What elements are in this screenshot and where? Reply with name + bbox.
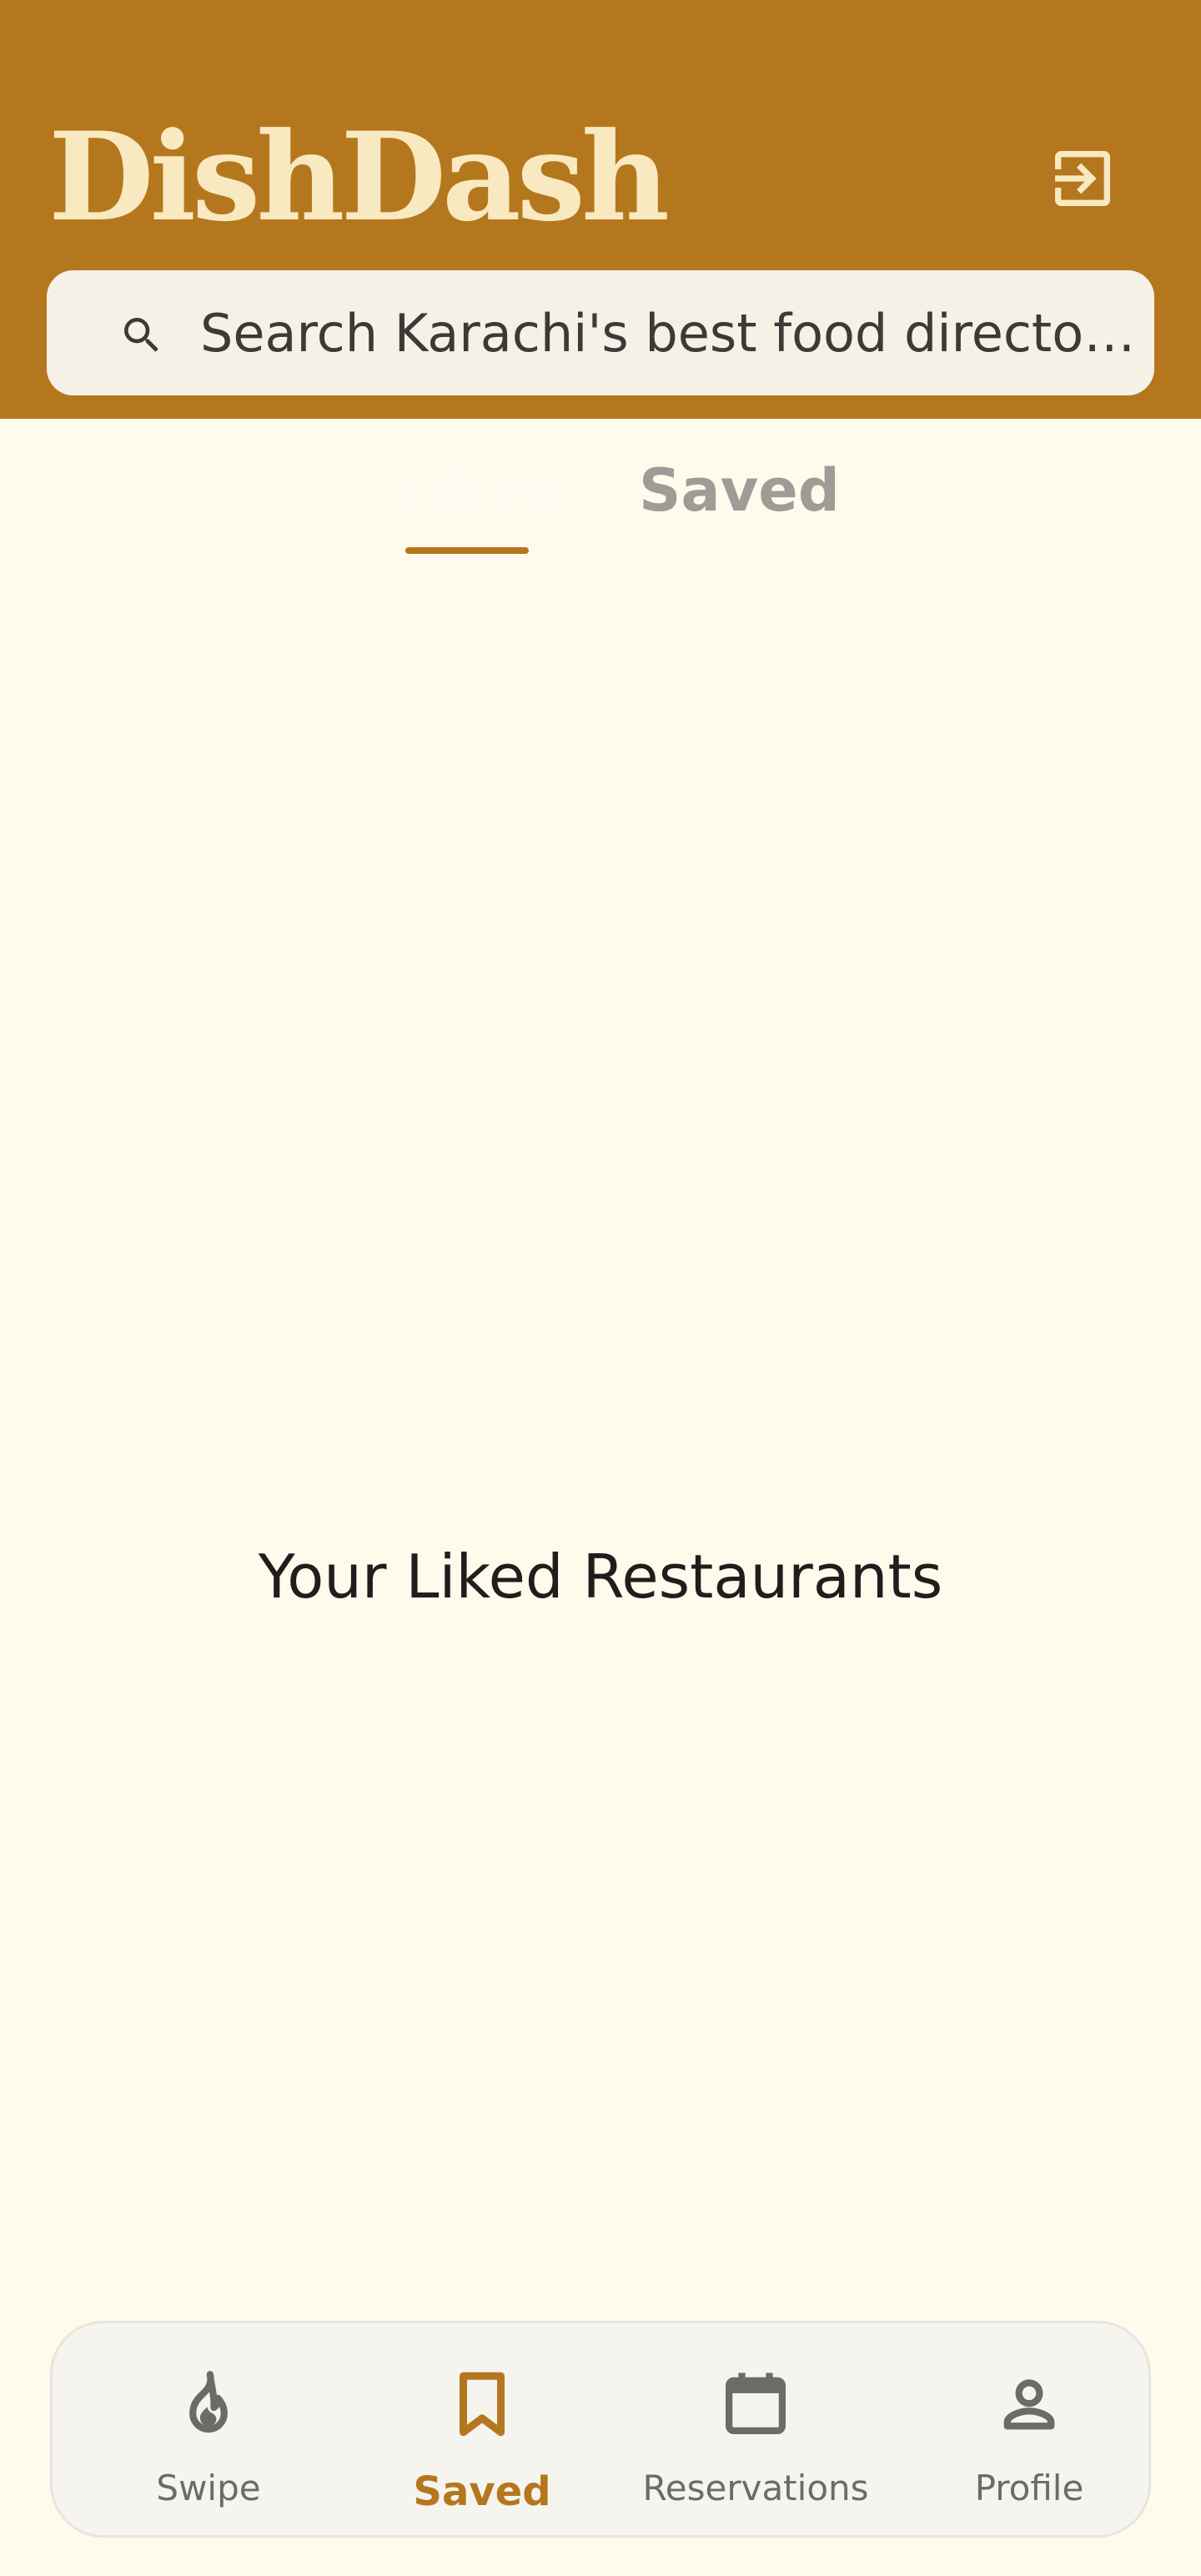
- liked-restaurants-heading: Your Liked Restaurants: [258, 1542, 943, 1612]
- nav-item-swipe[interactable]: Swipe: [71, 2323, 346, 2540]
- bottom-navigation: Swipe Saved Reservations Profile: [50, 2321, 1151, 2538]
- logout-icon: [1055, 151, 1110, 206]
- tab-liked[interactable]: Liked: [392, 449, 568, 532]
- search-bar[interactable]: [47, 270, 1154, 395]
- nav-item-reservations[interactable]: Reservations: [618, 2323, 893, 2540]
- person-icon: [1003, 2379, 1055, 2430]
- logout-button[interactable]: [1041, 137, 1124, 220]
- nav-label-reservations: Reservations: [642, 2468, 869, 2508]
- search-input[interactable]: [152, 270, 1144, 395]
- calendar-icon: [726, 2372, 786, 2434]
- tab-saved[interactable]: Saved: [639, 449, 840, 532]
- nav-label-swipe: Swipe: [156, 2468, 261, 2508]
- app-header: DishDash: [0, 0, 1201, 419]
- bookmark-icon: [460, 2372, 505, 2437]
- app-title: DishDash: [48, 106, 670, 249]
- nav-item-profile[interactable]: Profile: [892, 2323, 1167, 2540]
- active-tab-indicator: [405, 547, 529, 554]
- nav-label-profile: Profile: [974, 2468, 1084, 2508]
- nav-item-saved[interactable]: Saved: [344, 2323, 620, 2540]
- flame-icon: [189, 2371, 228, 2433]
- nav-label-saved: Saved: [413, 2468, 551, 2515]
